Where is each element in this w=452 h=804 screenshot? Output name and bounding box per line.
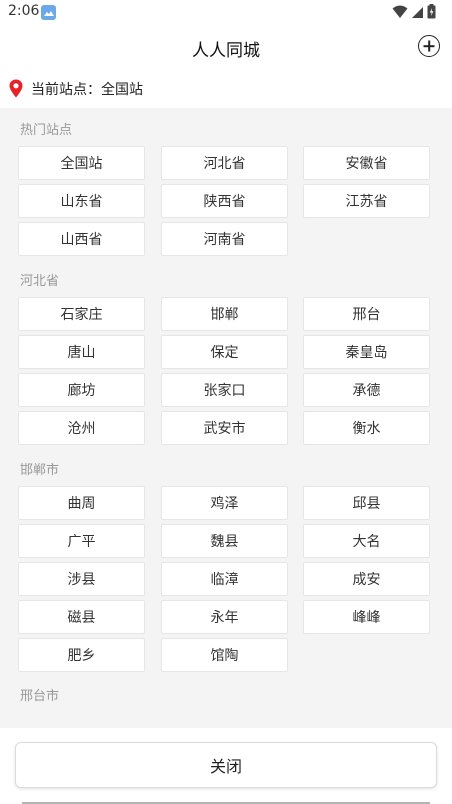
- battery-icon: [427, 4, 436, 23]
- station-chip[interactable]: 广平: [18, 524, 145, 558]
- location-pin-icon: [9, 79, 23, 102]
- station-chip[interactable]: 邯郸: [161, 297, 288, 331]
- footer: 关闭: [0, 728, 452, 804]
- status-bar: 2:06: [0, 0, 452, 26]
- station-chip[interactable]: 陕西省: [161, 184, 288, 218]
- station-chip[interactable]: 保定: [161, 335, 288, 369]
- station-chip[interactable]: 武安市: [161, 411, 288, 445]
- station-chip[interactable]: 廊坊: [18, 373, 145, 407]
- station-chip[interactable]: 承德: [303, 373, 430, 407]
- station-chip[interactable]: 唐山: [18, 335, 145, 369]
- station-chip[interactable]: 江苏省: [303, 184, 430, 218]
- station-chip[interactable]: 大名: [303, 524, 430, 558]
- status-icons: [392, 4, 436, 23]
- page-title: 人人同城: [192, 41, 260, 61]
- add-circle-icon[interactable]: [418, 35, 440, 57]
- station-chip[interactable]: 涉县: [18, 562, 145, 596]
- station-chip[interactable]: 安徽省: [303, 146, 430, 180]
- signal-icon: [411, 4, 424, 23]
- station-chip[interactable]: 馆陶: [161, 638, 288, 672]
- station-chip[interactable]: 秦皇岛: [303, 335, 430, 369]
- station-chip[interactable]: 山东省: [18, 184, 145, 218]
- station-chip[interactable]: 磁县: [18, 600, 145, 634]
- station-chip[interactable]: 魏县: [161, 524, 288, 558]
- station-chip[interactable]: 沧州: [18, 411, 145, 445]
- station-chip[interactable]: 全国站: [18, 146, 145, 180]
- app-header: 人人同城: [0, 26, 452, 68]
- section-title-hebei: 河北省: [20, 274, 60, 289]
- section-title-hot: 热门站点: [20, 123, 73, 138]
- station-chip[interactable]: 肥乡: [18, 638, 145, 672]
- station-chip[interactable]: 张家口: [161, 373, 288, 407]
- station-chip[interactable]: 成安: [303, 562, 430, 596]
- wifi-icon: [392, 4, 408, 23]
- station-chip[interactable]: 邱县: [303, 486, 430, 520]
- station-chip[interactable]: 石家庄: [18, 297, 145, 331]
- station-chip[interactable]: 曲周: [18, 486, 145, 520]
- status-time: 2:06: [8, 3, 40, 19]
- station-chip[interactable]: 临漳: [161, 562, 288, 596]
- station-chip[interactable]: 鸡泽: [161, 486, 288, 520]
- station-chip[interactable]: 河北省: [161, 146, 288, 180]
- station-chip[interactable]: 峰峰: [303, 600, 430, 634]
- station-chip[interactable]: 永年: [161, 600, 288, 634]
- current-station-label: 当前站点：全国站: [31, 82, 143, 98]
- section-title-handan: 邯郸市: [20, 463, 60, 478]
- station-list[interactable]: 热门站点 全国站 河北省 安徽省 山东省 陕西省 江苏省 山西省 河南省 河北省…: [0, 108, 452, 728]
- station-chip[interactable]: 河南省: [161, 222, 288, 256]
- close-button[interactable]: 关闭: [15, 742, 437, 788]
- current-station-bar: 当前站点：全国站: [0, 68, 452, 108]
- notification-icon: [41, 5, 56, 20]
- station-chip[interactable]: 衡水: [303, 411, 430, 445]
- station-chip[interactable]: 山西省: [18, 222, 145, 256]
- station-chip[interactable]: 邢台: [303, 297, 430, 331]
- section-title-xingtai: 邢台市: [20, 689, 60, 704]
